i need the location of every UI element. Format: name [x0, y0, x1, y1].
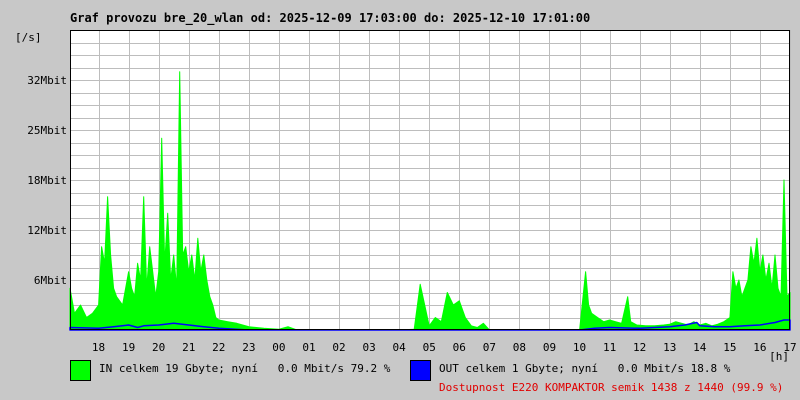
x-tick-label: 03	[362, 341, 375, 354]
x-tick-label: 19	[122, 341, 135, 354]
out-legend-text: OUT celkem 1 Gbyte; nyní 0.0 Mbit/s 18.8…	[439, 362, 731, 375]
in-legend-text: IN celkem 19 Gbyte; nyní 0.0 Mbit/s 79.2…	[99, 362, 391, 375]
x-tick-label: 11	[603, 341, 616, 354]
in-legend-swatch	[70, 360, 91, 381]
out-legend-swatch	[410, 360, 431, 381]
x-tick-label: 10	[573, 341, 586, 354]
traffic-graph-panel: 6Mbit 12Mbit 18Mbit 25Mbit 32Mbit 18 19 20 21 22 2…	[0, 0, 800, 400]
x-tick-label: 06	[453, 341, 466, 354]
x-tick-label: 23	[242, 341, 255, 354]
x-tick-label: 16	[753, 341, 766, 354]
y-tick-label: 6Mbit	[34, 274, 67, 287]
x-tick-label: 18	[92, 341, 105, 354]
traffic-chart: 6Mbit 12Mbit 18Mbit 25Mbit 32Mbit 18 19 20 21 22 2…	[15, 30, 797, 363]
x-tick-label: 05	[423, 341, 436, 354]
y-tick-label: 12Mbit	[27, 224, 67, 237]
x-tick-label: 22	[212, 341, 225, 354]
x-tick-label: 09	[543, 341, 556, 354]
y-tick-label: 25Mbit	[27, 124, 67, 137]
x-axis-unit: [h]	[769, 350, 789, 363]
availability-text: Dostupnost E220 KOMPAKTOR semik 1438 z 1…	[439, 381, 784, 394]
x-tick-label: 15	[723, 341, 736, 354]
x-tick-label: 20	[152, 341, 165, 354]
x-tick-label: 01	[302, 341, 315, 354]
y-axis-unit: [/s]	[15, 31, 42, 44]
x-tick-label: 08	[513, 341, 526, 354]
x-tick-label: 14	[693, 341, 707, 354]
x-tick-label: 04	[393, 341, 407, 354]
x-tick-label: 12	[633, 341, 646, 354]
x-tick-label: 00	[272, 341, 285, 354]
x-tick-label: 21	[182, 341, 195, 354]
y-tick-label: 32Mbit	[27, 74, 67, 87]
chart-title: Graf provozu bre_20_wlan od: 2025-12-09 …	[70, 11, 591, 25]
y-tick-label: 18Mbit	[27, 174, 67, 187]
x-tick-label: 07	[483, 341, 496, 354]
x-tick-label: 02	[332, 341, 345, 354]
x-tick-label: 13	[663, 341, 676, 354]
